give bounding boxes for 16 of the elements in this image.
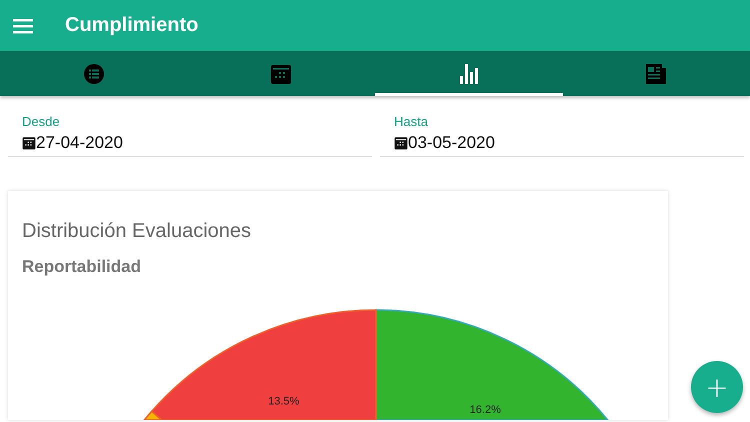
bar-chart-icon bbox=[458, 62, 480, 84]
date-field[interactable]: 27-04-2020 bbox=[22, 133, 123, 153]
card-subtitle: Reportabilidad bbox=[21, 256, 142, 277]
date-field[interactable]: 03-05-2020 bbox=[394, 133, 495, 153]
slice-label: 13.5% bbox=[268, 396, 300, 408]
calendar-icon bbox=[270, 62, 292, 84]
calendar-icon bbox=[22, 136, 36, 150]
list-icon bbox=[82, 62, 105, 84]
app-title: Cumplimiento bbox=[65, 14, 198, 37]
field-label: Desde bbox=[22, 114, 60, 129]
newspaper-icon bbox=[645, 62, 668, 84]
calendar-icon bbox=[394, 136, 408, 150]
field-label: Hasta bbox=[394, 114, 428, 129]
menu-icon[interactable] bbox=[13, 18, 33, 34]
card-title: Distribución Evaluaciones bbox=[21, 219, 252, 243]
slice-label: 16.2% bbox=[470, 404, 501, 416]
